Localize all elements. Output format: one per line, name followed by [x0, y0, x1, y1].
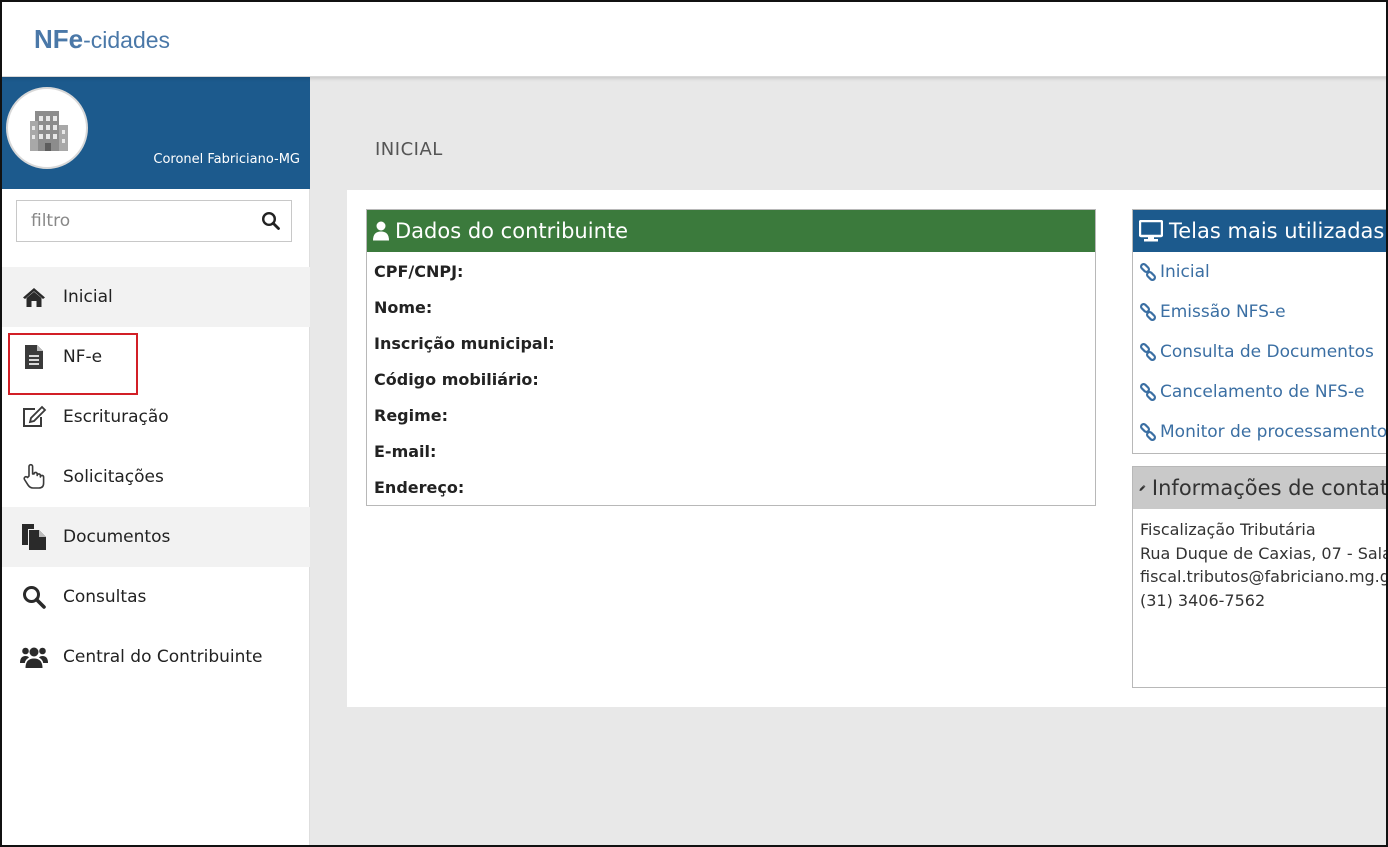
users-icon — [20, 643, 48, 671]
link-icon — [1139, 303, 1157, 321]
contact-email: fiscal.tributos@fabriciano.mg.gov.br — [1140, 567, 1388, 586]
sidebar: Coronel Fabriciano-MG Inicial NF-e — [2, 77, 310, 845]
field-nome: Nome: — [374, 298, 433, 317]
link-icon — [1139, 423, 1157, 441]
sidebar-item-escrituracao[interactable]: Escrituração — [2, 387, 310, 447]
document-icon — [20, 343, 48, 371]
sidebar-item-label: Solicitações — [63, 467, 164, 487]
monitor-icon — [1139, 220, 1163, 242]
app-logo[interactable]: NFe-cidades — [34, 24, 170, 55]
search-icon[interactable] — [261, 211, 281, 231]
sidebar-item-label: Central do Contribuinte — [63, 647, 263, 667]
field-email: E-mail: — [374, 442, 437, 461]
top-bar: NFe-cidades — [2, 2, 1386, 77]
field-cpf-cnpj: CPF/CNPJ: — [374, 262, 464, 281]
sidebar-item-solicitacoes[interactable]: Solicitações — [2, 447, 310, 507]
field-inscricao-municipal: Inscrição municipal: — [374, 334, 555, 353]
sidebar-item-label: Escrituração — [63, 407, 169, 427]
app-window: NFe-cidades Coronel Fabriciano-MG filtro… — [0, 0, 1388, 847]
shortcut-link-label: Cancelamento de NFS-e — [1160, 382, 1365, 402]
filter-box — [16, 200, 292, 242]
shortcuts-panel-header: Telas mais utilizadas — [1133, 210, 1386, 252]
shortcut-link-label: Emissão NFS-e — [1160, 302, 1286, 322]
hand-pointer-icon — [20, 463, 48, 491]
link-icon — [1139, 263, 1157, 281]
shortcuts-panel: Telas mais utilizadas Inicial Emissão NF… — [1132, 209, 1388, 454]
home-icon — [20, 283, 48, 311]
sidebar-item-label: Documentos — [63, 527, 171, 547]
shortcuts-panel-title: Telas mais utilizadas — [1169, 219, 1385, 243]
field-regime: Regime: — [374, 406, 449, 425]
field-codigo-mobiliario: Código mobiliário: — [374, 370, 539, 389]
taxpayer-panel-header: Dados do contribuinte — [367, 210, 1095, 252]
sidebar-item-label: Consultas — [63, 587, 147, 607]
city-name: Coronel Fabriciano-MG — [153, 152, 300, 167]
shortcut-link-emissao[interactable]: Emissão NFS-e — [1133, 292, 1386, 332]
taxpayer-panel: Dados do contribuinte CPF/CNPJ: Nome: In… — [366, 209, 1096, 506]
edit-icon — [20, 403, 48, 431]
field-endereco: Endereço: — [374, 478, 465, 497]
building-icon — [30, 111, 68, 151]
shortcut-link-consulta[interactable]: Consulta de Documentos — [1133, 332, 1386, 372]
page-title: INICIAL — [375, 139, 443, 160]
shortcut-link-inicial[interactable]: Inicial — [1133, 252, 1386, 292]
contact-panel: Informações de contato Fiscalização Trib… — [1132, 466, 1388, 688]
shortcut-link-label: Inicial — [1160, 262, 1210, 282]
sidebar-item-inicial[interactable]: Inicial — [2, 267, 310, 327]
taxpayer-panel-title: Dados do contribuinte — [395, 219, 629, 243]
main-content: Dados do contribuinte CPF/CNPJ: Nome: In… — [347, 190, 1388, 707]
contact-panel-header: Informações de contato — [1133, 467, 1388, 509]
sidebar-item-documentos[interactable]: Documentos — [2, 507, 310, 567]
pencil-icon — [1139, 485, 1146, 491]
sidebar-item-label: Inicial — [63, 287, 113, 307]
sidebar-item-nfe[interactable]: NF-e — [2, 327, 310, 395]
brand-strong: NFe — [34, 24, 84, 54]
sidebar-item-central-contribuinte[interactable]: Central do Contribuinte — [2, 627, 310, 687]
filter-input[interactable] — [17, 201, 247, 241]
link-icon — [1139, 343, 1157, 361]
sidebar-header: Coronel Fabriciano-MG — [2, 77, 310, 189]
sidebar-item-consultas[interactable]: Consultas — [2, 567, 310, 627]
shortcut-link-label: Monitor de processamento — [1160, 422, 1388, 442]
user-icon — [373, 221, 389, 241]
shortcut-link-monitor[interactable]: Monitor de processamento — [1133, 412, 1388, 452]
sidebar-menu: Inicial NF-e Escrituração Solicitações D… — [2, 267, 310, 687]
contact-info: Fiscalização Tributária Rua Duque de Cax… — [1133, 509, 1388, 621]
contact-phone: (31) 3406-7562 — [1140, 590, 1266, 610]
contact-department: Fiscalização Tributária — [1140, 520, 1316, 539]
sidebar-item-label: NF-e — [63, 347, 103, 367]
avatar — [6, 87, 88, 169]
contact-panel-title: Informações de contato — [1151, 476, 1388, 500]
contact-address: Rua Duque de Caxias, 07 - Salas — [1140, 543, 1388, 563]
documents-icon — [20, 523, 48, 551]
link-icon — [1139, 383, 1157, 401]
shortcut-link-cancelamento[interactable]: Cancelamento de NFS-e — [1133, 372, 1386, 412]
brand-light: -cidades — [83, 27, 171, 53]
search-icon — [20, 583, 48, 611]
shortcut-link-label: Consulta de Documentos — [1160, 342, 1374, 362]
